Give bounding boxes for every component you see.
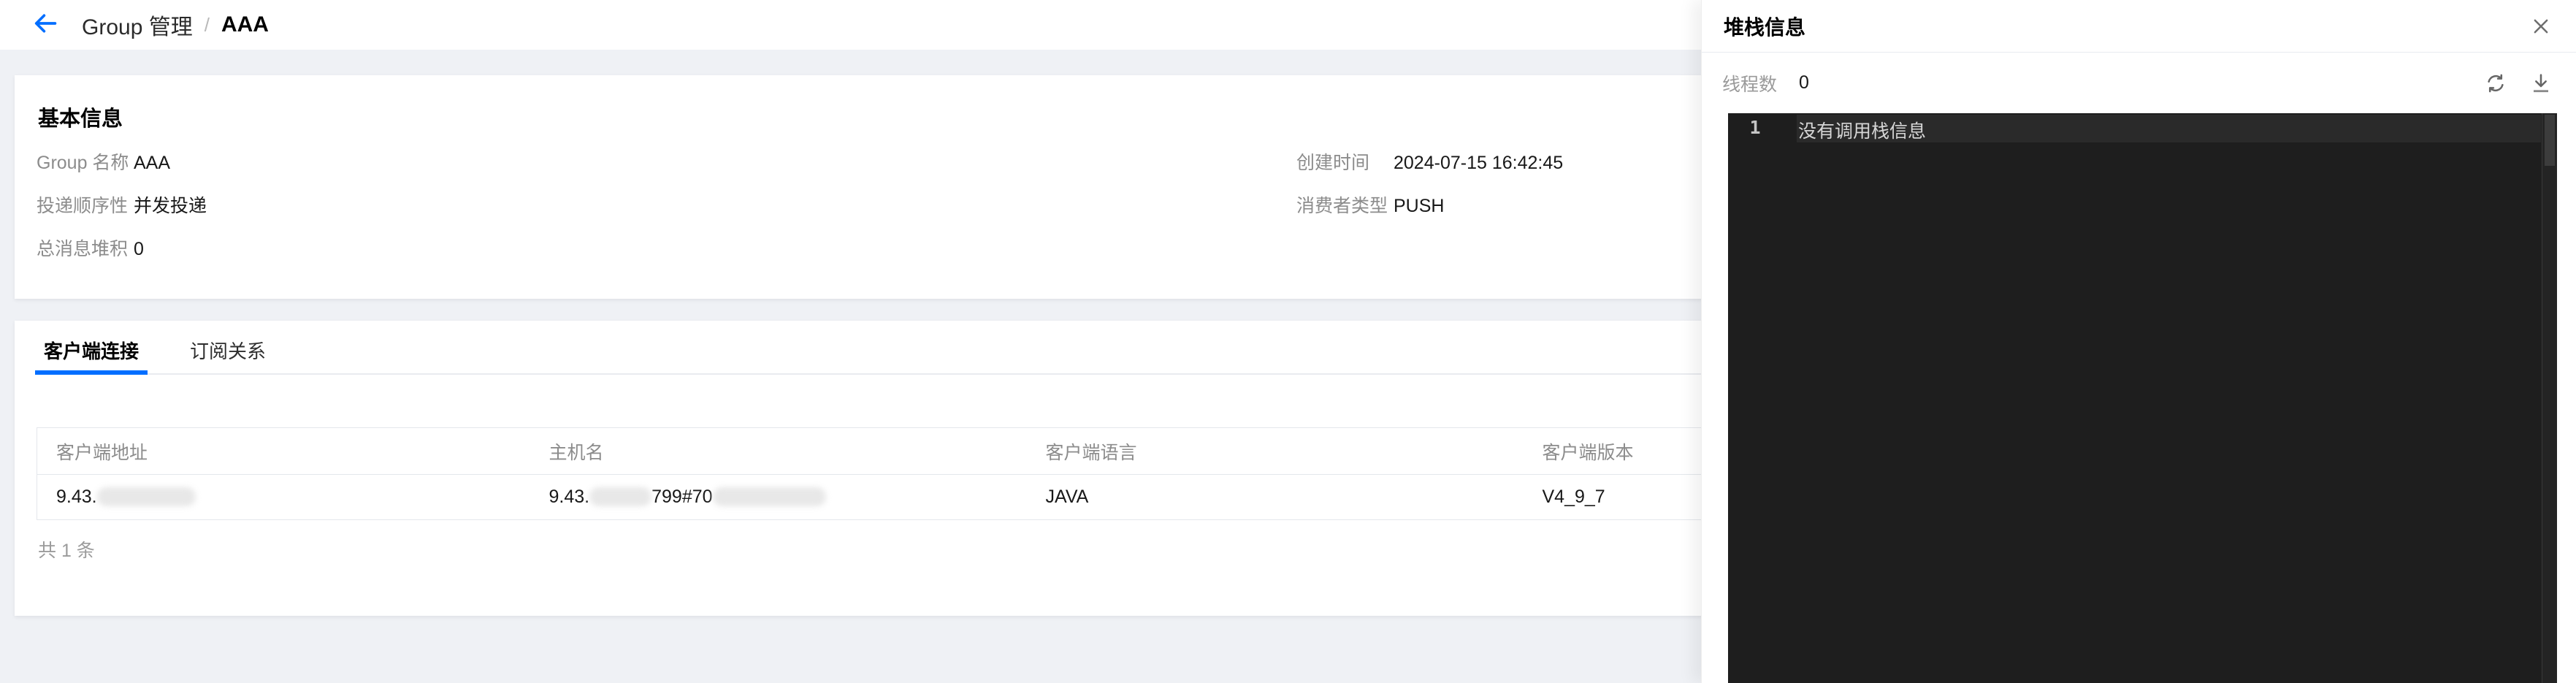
field-value: 并发投递 — [134, 196, 207, 216]
thread-count-value: 0 — [1799, 72, 1809, 93]
cell-client-address: 9.43. — [37, 475, 530, 520]
redacted-text — [96, 487, 196, 506]
breadcrumb-group-manage[interactable]: Group 管理 — [82, 9, 193, 41]
tabs-divider — [35, 373, 1724, 375]
tab-client-connections[interactable]: 客户端连接 — [35, 337, 148, 375]
field-label: 消费者类型 — [1296, 196, 1388, 216]
drawer-title: 堆栈信息 — [1724, 15, 1806, 39]
redacted-text — [589, 487, 652, 506]
stack-info-drawer: 堆栈信息 线程数 0 1 没有调用栈信息 — [1701, 0, 2576, 683]
line-number: 1 — [1749, 117, 1761, 138]
close-button[interactable] — [2526, 12, 2556, 41]
cell-hostname: 9.43. 799#70 — [530, 475, 1027, 520]
basic-info-card: 基本信息 Group 名称 AAA 创建时间 2024-07-15 16:42:… — [15, 75, 1724, 299]
download-icon — [2534, 73, 2548, 92]
cell-client-language: JAVA — [1045, 487, 1089, 507]
clients-card: 客户端连接 订阅关系 客户端地址 主机名 客户端语言 客户端版本 9.43. 9… — [15, 321, 2009, 616]
drawer-header: 堆栈信息 — [1702, 0, 2576, 53]
field-consumer-type: 消费者类型 PUSH — [1296, 195, 1444, 217]
field-group-name: Group 名称 AAA — [37, 152, 170, 174]
field-label: 投递顺序性 — [37, 196, 129, 216]
field-label: 总消息堆积 — [37, 239, 129, 259]
breadcrumb-current-group: AAA — [221, 12, 269, 37]
table-total-count: 共 1 条 — [38, 541, 95, 561]
download-button[interactable] — [2526, 69, 2556, 98]
tab-label: 客户端连接 — [44, 340, 139, 362]
field-label: 创建时间 — [1296, 153, 1370, 173]
redacted-text — [712, 487, 826, 506]
client-address-prefix: 9.43. — [56, 487, 97, 507]
field-create-time: 创建时间 2024-07-15 16:42:45 — [1296, 152, 1563, 174]
topbar: Group 管理 / AAA — [0, 0, 1701, 50]
tab-subscriptions[interactable]: 订阅关系 — [181, 337, 275, 373]
tab-label: 订阅关系 — [190, 340, 267, 362]
breadcrumb-separator: / — [204, 13, 210, 36]
toolbar-icons — [2481, 69, 2556, 98]
editor-scrollbar[interactable] — [2542, 113, 2557, 683]
back-button[interactable] — [29, 9, 61, 41]
stack-trace-editor[interactable]: 1 没有调用栈信息 — [1728, 113, 2557, 683]
field-value: 0 — [134, 239, 144, 259]
drawer-toolbar: 线程数 0 — [1702, 53, 2576, 113]
tabs: 客户端连接 订阅关系 — [35, 337, 275, 375]
field-value: 2024-07-15 16:42:45 — [1394, 153, 1564, 173]
field-label: Group 名称 — [37, 153, 129, 173]
column-header-client-address: 客户端地址 — [37, 427, 530, 475]
field-total-backlog: 总消息堆积 0 — [37, 238, 144, 260]
refresh-icon — [2488, 74, 2504, 92]
editor-scrollbar-thumb[interactable] — [2545, 115, 2555, 166]
hostname-prefix: 9.43. — [549, 487, 590, 507]
page: Group 管理 / AAA 基本信息 Group 名称 AAA 创建时间 20… — [0, 0, 2576, 683]
hostname-mid: 799#70 — [651, 487, 713, 507]
active-tab-underline — [35, 370, 148, 375]
thread-count-label: 线程数 — [1722, 74, 1778, 95]
arrow-left-icon — [31, 9, 59, 41]
basic-info-title: 基本信息 — [38, 107, 123, 131]
stack-trace-message: 没有调用栈信息 — [1798, 121, 1927, 142]
field-value: PUSH — [1394, 196, 1445, 216]
field-value: AAA — [134, 153, 171, 173]
close-icon — [2534, 19, 2548, 33]
refresh-button[interactable] — [2481, 69, 2510, 98]
column-header-hostname: 主机名 — [530, 427, 1027, 475]
field-delivery-order: 投递顺序性 并发投递 — [37, 195, 207, 217]
breadcrumb: Group 管理 / AAA — [82, 9, 269, 41]
column-header-client-language: 客户端语言 — [1026, 427, 1524, 475]
